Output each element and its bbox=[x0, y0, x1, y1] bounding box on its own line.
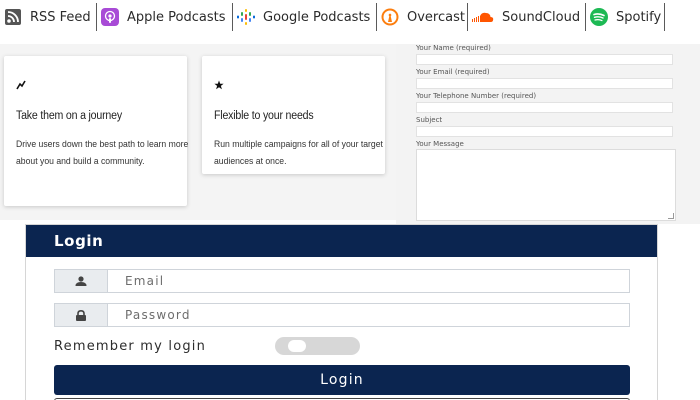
soundcloud-icon bbox=[472, 8, 494, 26]
email-field[interactable] bbox=[416, 78, 673, 89]
podcast-link-overcast[interactable]: Overcast bbox=[377, 0, 467, 34]
feature-description: Drive users down the best path to learn … bbox=[16, 139, 189, 167]
remember-label: Remember my login bbox=[54, 339, 207, 354]
feature-description: Run multiple campaigns for all of your t… bbox=[214, 139, 383, 167]
password-input[interactable] bbox=[109, 304, 629, 326]
feature-title: Take them on a journey bbox=[16, 110, 122, 122]
podcast-label: Spotify bbox=[616, 9, 662, 25]
rss-icon bbox=[4, 8, 22, 26]
email-input-group bbox=[54, 269, 630, 293]
email-input[interactable] bbox=[109, 270, 629, 292]
spotify-icon bbox=[590, 8, 608, 26]
podcast-link-spotify[interactable]: Spotify bbox=[586, 0, 664, 34]
name-label: Your Name (required) bbox=[416, 44, 491, 52]
podcast-link-google[interactable]: Google Podcasts bbox=[233, 0, 376, 34]
message-textarea[interactable] bbox=[416, 149, 676, 221]
podcast-subscribe-bar: RSS Feed Apple Podcasts Google Podcasts … bbox=[0, 0, 700, 34]
resize-grip-icon[interactable] bbox=[668, 213, 674, 219]
subject-field[interactable] bbox=[416, 126, 673, 137]
user-icon bbox=[55, 270, 108, 292]
lock-icon bbox=[55, 304, 108, 326]
route-icon bbox=[16, 80, 26, 94]
overcast-icon bbox=[381, 8, 399, 26]
phone-label: Your Telephone Number (required) bbox=[416, 92, 537, 100]
podcast-label: Apple Podcasts bbox=[127, 9, 226, 25]
podcast-label: Google Podcasts bbox=[263, 9, 371, 25]
message-label: Your Message bbox=[416, 140, 464, 148]
feature-section: Take them on a journey Drive users down … bbox=[0, 44, 396, 220]
feature-card: Take them on a journey Drive users down … bbox=[4, 56, 188, 206]
remember-toggle[interactable] bbox=[275, 337, 360, 355]
google-podcasts-icon bbox=[237, 8, 255, 26]
star-icon bbox=[214, 80, 224, 94]
login-button[interactable]: Login bbox=[54, 365, 630, 395]
podcast-link-rss[interactable]: RSS Feed bbox=[0, 0, 96, 34]
podcast-label: Overcast bbox=[407, 9, 465, 25]
email-label: Your Email (required) bbox=[416, 68, 490, 76]
subject-label: Subject bbox=[416, 116, 443, 124]
contact-form: Your Name (required) Your Email (require… bbox=[396, 44, 700, 224]
podcast-label: RSS Feed bbox=[30, 9, 91, 25]
toggle-knob bbox=[288, 340, 306, 352]
divider bbox=[664, 3, 665, 31]
podcast-link-soundcloud[interactable]: SoundCloud bbox=[468, 0, 585, 34]
password-input-group bbox=[54, 303, 630, 327]
phone-field[interactable] bbox=[416, 102, 673, 113]
feature-title: Flexible to your needs bbox=[214, 110, 314, 122]
name-field[interactable] bbox=[416, 54, 673, 65]
feature-card: Flexible to your needs Run multiple camp… bbox=[202, 56, 385, 174]
login-title: Login bbox=[54, 232, 104, 250]
apple-podcasts-icon bbox=[101, 8, 119, 26]
podcast-link-apple[interactable]: Apple Podcasts bbox=[97, 0, 232, 34]
podcast-label: SoundCloud bbox=[502, 9, 581, 25]
login-panel: Login Remember my login Login bbox=[25, 224, 658, 400]
login-header: Login bbox=[26, 225, 657, 257]
